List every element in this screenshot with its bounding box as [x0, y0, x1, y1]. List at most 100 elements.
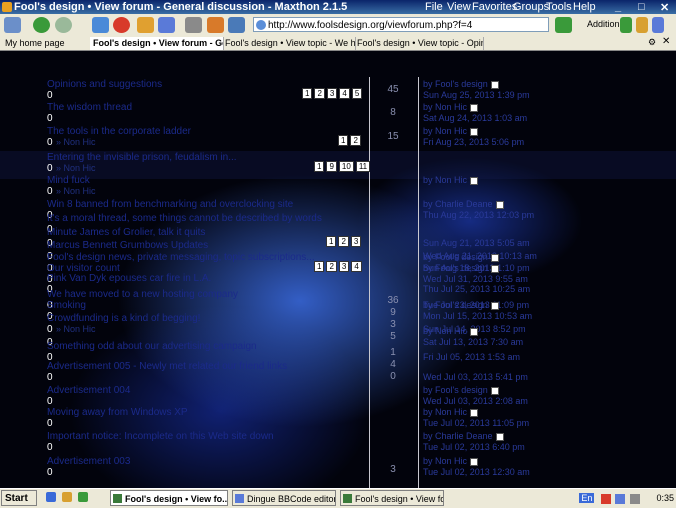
topic-title[interactable]: Moving away from Windows XP: [47, 407, 188, 418]
page-link[interactable]: 1: [314, 261, 325, 272]
page-link[interactable]: 1: [314, 161, 325, 172]
volume-icon[interactable]: [629, 493, 640, 504]
close-button[interactable]: ✕: [660, 1, 669, 14]
topic-title[interactable]: Advertisement 003: [47, 456, 130, 467]
menu-groups[interactable]: Groups: [513, 1, 549, 13]
topic-title[interactable]: Entering the invisible prison, feudalism…: [47, 152, 237, 163]
topic-title[interactable]: We have moved to a new hosting company: [47, 289, 238, 300]
view-latest-post-icon[interactable]: [495, 200, 504, 209]
last-post-author[interactable]: by Fool's design: [423, 263, 499, 273]
home-icon[interactable]: [137, 17, 154, 33]
tab-view-topic-opinions[interactable]: Fool's design • View topic - Opinions ..…: [354, 37, 484, 50]
view-latest-post-icon[interactable]: [490, 264, 499, 273]
menu-help[interactable]: Help: [573, 1, 596, 13]
tools-icon[interactable]: [185, 17, 202, 33]
topic-title[interactable]: Mind fuck: [47, 175, 90, 186]
task-fools-design-2[interactable]: Fool's design • View foru...: [340, 490, 444, 506]
stop-icon[interactable]: [113, 17, 130, 33]
address-bar[interactable]: http://www.foolsdesign.org/viewforum.php…: [253, 17, 549, 32]
view-latest-post-icon[interactable]: [490, 80, 499, 89]
screen-icon[interactable]: [228, 17, 245, 33]
page-link[interactable]: 4: [351, 261, 362, 272]
page-link[interactable]: 2: [338, 236, 349, 247]
topic-title[interactable]: Fool's design news, private messaging, t…: [47, 252, 315, 263]
page-link[interactable]: 1: [302, 88, 313, 99]
tab-view-topic-we-have[interactable]: Fool's design • View topic - We have...: [222, 37, 356, 50]
tray-icon-2[interactable]: [615, 493, 626, 504]
undo-icon[interactable]: [158, 17, 175, 33]
topic-title[interactable]: Minute James of Grolier, talk it quits: [47, 227, 205, 238]
last-post-author[interactable]: by Fool's design: [423, 300, 499, 310]
view-latest-post-icon[interactable]: [490, 301, 499, 310]
back-icon[interactable]: [33, 17, 50, 33]
last-post-author[interactable]: by Non Hic: [423, 126, 479, 136]
page-link[interactable]: 3: [350, 236, 362, 247]
last-post-author[interactable]: by Non Hic: [423, 102, 479, 112]
topic-title[interactable]: It's a moral thread, some things cannot …: [47, 213, 322, 224]
topic-author[interactable]: » Non Hic: [56, 163, 96, 173]
minimize-button[interactable]: _: [615, 1, 621, 13]
view-latest-post-icon[interactable]: [470, 457, 479, 466]
tab-settings-icon[interactable]: ⚙: [648, 37, 656, 48]
topic-title[interactable]: Advertisement 005 - Newly met related ou…: [47, 361, 287, 372]
topic-title[interactable]: Win 8 banned from benchmarking and overc…: [47, 199, 293, 210]
topic-author[interactable]: » Non Hic: [56, 137, 96, 147]
task-fools-design-1[interactable]: Fool's design • View fo...: [110, 490, 228, 506]
last-post-author[interactable]: by Fool's design: [423, 385, 499, 395]
page-link[interactable]: 5: [351, 88, 363, 99]
refresh-icon[interactable]: [92, 17, 109, 33]
page-link[interactable]: 4: [339, 88, 350, 99]
last-post-author[interactable]: by Charlie Deane: [423, 431, 504, 441]
topic-title[interactable]: Smoking: [47, 300, 86, 311]
menu-favorites[interactable]: Favorites: [472, 1, 517, 13]
view-latest-post-icon[interactable]: [495, 432, 504, 441]
topic-title[interactable]: The tools in the corporate ladder: [47, 126, 191, 137]
menu-tools[interactable]: Tools: [546, 1, 572, 13]
page-link[interactable]: 1: [338, 135, 349, 146]
topic-title[interactable]: Marcus Bennett Grumbows Updates: [47, 240, 208, 251]
new-tab-icon[interactable]: [4, 17, 21, 33]
last-post-author[interactable]: by Non Hic: [423, 326, 479, 336]
addition-icon-3[interactable]: [652, 17, 664, 33]
tray-icon-1[interactable]: [600, 493, 611, 504]
addition-icon-2[interactable]: [636, 17, 648, 33]
topic-title[interactable]: Something odd about our advertising camp…: [47, 341, 257, 352]
task-bbcode-editor[interactable]: Dingue BBCode editor 0.8: [232, 490, 336, 506]
last-post-author[interactable]: by Non Hic: [423, 456, 479, 466]
page-link[interactable]: 3: [338, 261, 350, 272]
tab-view-forum[interactable]: Fool's design • View forum - Gen...: [90, 37, 224, 50]
view-latest-post-icon[interactable]: [470, 176, 479, 185]
page-link[interactable]: 2: [326, 261, 337, 272]
last-post-author[interactable]: by Fool's design: [423, 252, 499, 262]
last-post-author[interactable]: by Non Hic: [423, 407, 479, 417]
quicklaunch-icon-2[interactable]: [62, 492, 72, 502]
page-link[interactable]: 2: [350, 135, 361, 146]
go-icon[interactable]: [555, 17, 572, 33]
view-latest-post-icon[interactable]: [490, 386, 499, 395]
topic-title[interactable]: Important notice: Incomplete on this Web…: [47, 431, 274, 442]
topic-title[interactable]: The wisdom thread: [47, 102, 132, 113]
quicklaunch-icon-3[interactable]: [78, 492, 88, 502]
maximize-button[interactable]: □: [638, 1, 645, 13]
tab-close-icon[interactable]: ✕: [662, 36, 670, 47]
last-post-author[interactable]: by Charlie Deane: [423, 199, 504, 209]
page-link[interactable]: 3: [326, 88, 338, 99]
quicklaunch-icon-1[interactable]: [46, 492, 56, 502]
topic-title[interactable]: Advertisement 004: [47, 385, 130, 396]
last-post-author[interactable]: by Non Hic: [423, 175, 479, 185]
page-link[interactable]: 10: [338, 161, 354, 172]
tab-home[interactable]: My home page: [2, 37, 92, 50]
rss-icon[interactable]: [207, 17, 224, 33]
topic-title[interactable]: Pink Van Dyk epouses car fire in L.A.: [47, 273, 211, 284]
page-link[interactable]: 11: [355, 161, 371, 172]
topic-author[interactable]: » Non Hic: [56, 186, 96, 196]
page-link[interactable]: 2: [314, 88, 325, 99]
topic-author[interactable]: » Non Hic: [56, 324, 96, 334]
topic-title[interactable]: Opinions and suggestions: [47, 79, 162, 90]
menu-file[interactable]: File: [425, 1, 443, 13]
addition-icon-1[interactable]: [620, 17, 632, 33]
view-latest-post-icon[interactable]: [490, 253, 499, 262]
view-latest-post-icon[interactable]: [470, 327, 479, 336]
page-link[interactable]: 9: [326, 161, 337, 172]
start-button[interactable]: Start: [1, 490, 37, 506]
